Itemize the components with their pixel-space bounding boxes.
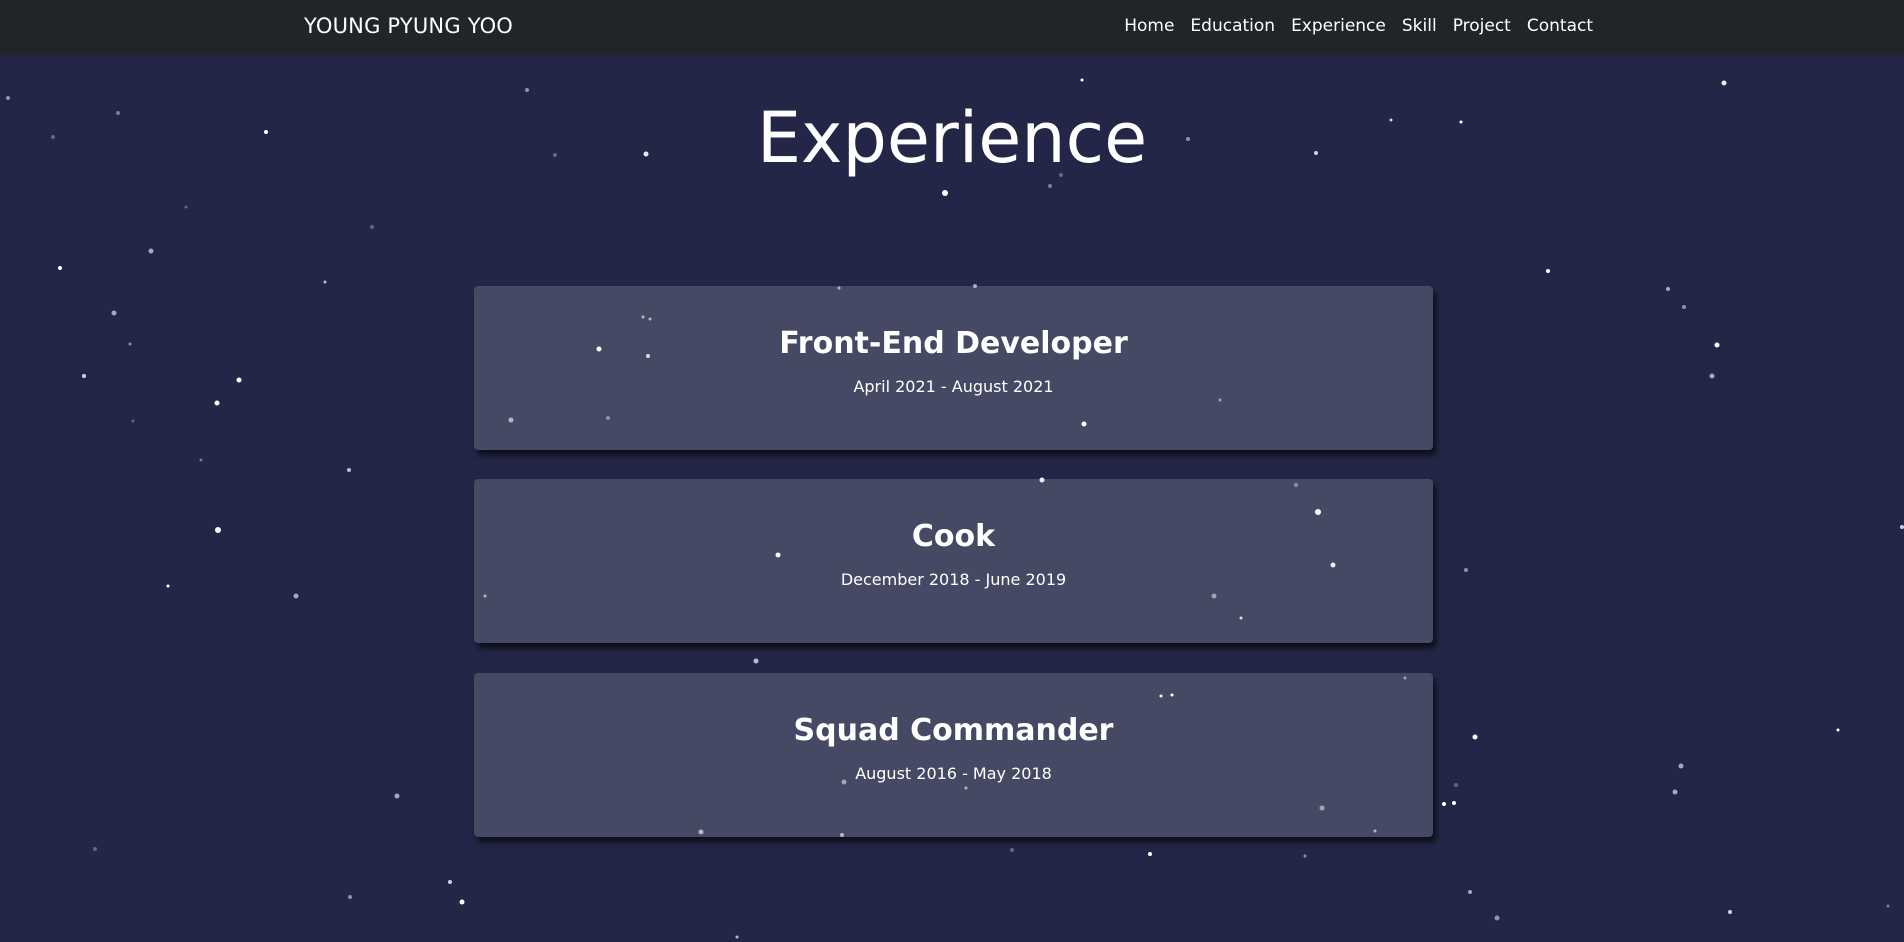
nav-link-experience[interactable]: Experience: [1291, 16, 1386, 36]
page-title: Experience: [756, 97, 1148, 179]
nav-link-education[interactable]: Education: [1190, 16, 1275, 36]
brand-link[interactable]: YOUNG PYUNG YOO: [304, 14, 513, 38]
nav-links: Home Education Experience Skill Project …: [1124, 16, 1593, 36]
experience-date: April 2021 - August 2021: [853, 377, 1054, 396]
nav-link-contact[interactable]: Contact: [1527, 16, 1593, 36]
experience-date: December 2018 - June 2019: [840, 570, 1067, 589]
nav-link-home[interactable]: Home: [1124, 16, 1174, 36]
nav-link-project[interactable]: Project: [1453, 16, 1511, 36]
experience-title: Front-End Developer: [779, 326, 1128, 361]
navbar: YOUNG PYUNG YOO Home Education Experienc…: [0, 0, 1904, 55]
nav-link-skill[interactable]: Skill: [1402, 16, 1437, 36]
experience-card: Front-End Developer April 2021 - August …: [474, 286, 1433, 450]
experience-card: Cook December 2018 - June 2019: [474, 479, 1433, 643]
experience-date: August 2016 - May 2018: [855, 764, 1052, 783]
experience-title: Squad Commander: [793, 713, 1114, 748]
experience-card: Squad Commander August 2016 - May 2018: [474, 673, 1433, 837]
experience-title: Cook: [911, 519, 996, 554]
